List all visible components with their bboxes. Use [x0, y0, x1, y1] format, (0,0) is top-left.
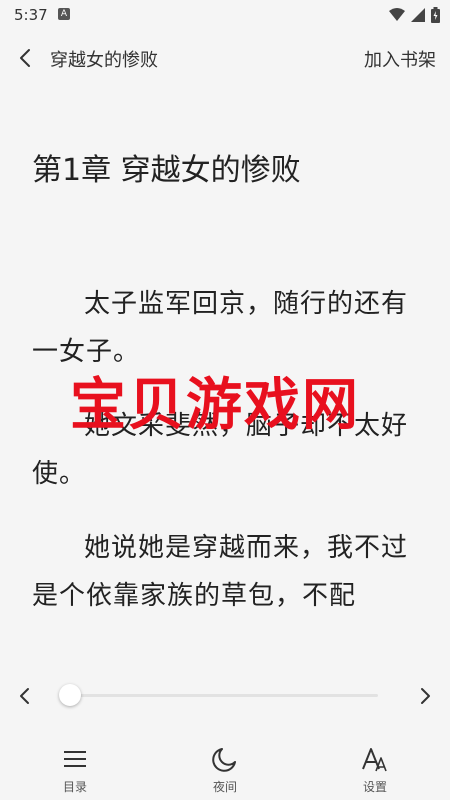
watermark: 宝贝游戏网: [70, 372, 360, 438]
top-bar: 穿越女的惨败 加入书架: [0, 36, 450, 80]
add-to-shelf-button[interactable]: 加入书架: [364, 46, 436, 72]
paragraph: 她说她是穿越而来，我不过是个依靠家族的草包，不配: [32, 533, 409, 611]
status-time: 5:37: [14, 6, 48, 24]
previous-chapter-icon[interactable]: [12, 682, 38, 710]
bottom-nav: 目录 夜间 设置: [0, 740, 450, 800]
night-label: 夜间: [212, 780, 237, 794]
moon-icon: [212, 748, 236, 772]
book-title: 穿越女的惨败: [50, 50, 158, 71]
status-bar: 5:37 A: [0, 0, 450, 32]
chapter-content: 太子监军回京，随行的还有一女子。 她文采斐然，脑子却不太好使。 她说她是穿越而来…: [32, 280, 424, 646]
toc-button[interactable]: 目录: [0, 740, 150, 800]
toc-label: 目录: [62, 780, 87, 794]
font-settings-icon: [362, 748, 387, 772]
settings-label: 设置: [362, 780, 387, 794]
night-mode-button[interactable]: 夜间: [150, 740, 300, 800]
settings-button[interactable]: 设置: [300, 740, 450, 800]
signal-icon: [411, 8, 425, 22]
notification-icon: A: [58, 8, 70, 20]
back-arrow-icon[interactable]: [12, 44, 40, 72]
chapter-progress-bar: [0, 672, 450, 720]
list-icon: [64, 751, 86, 767]
chapter-title: 第1章 穿越女的惨败: [32, 153, 301, 188]
status-icons: [389, 7, 440, 23]
battery-icon: [431, 7, 440, 23]
progress-track[interactable]: [59, 684, 378, 706]
progress-thumb[interactable]: [59, 684, 81, 706]
wifi-icon: [389, 8, 405, 21]
next-chapter-icon[interactable]: [412, 682, 438, 710]
